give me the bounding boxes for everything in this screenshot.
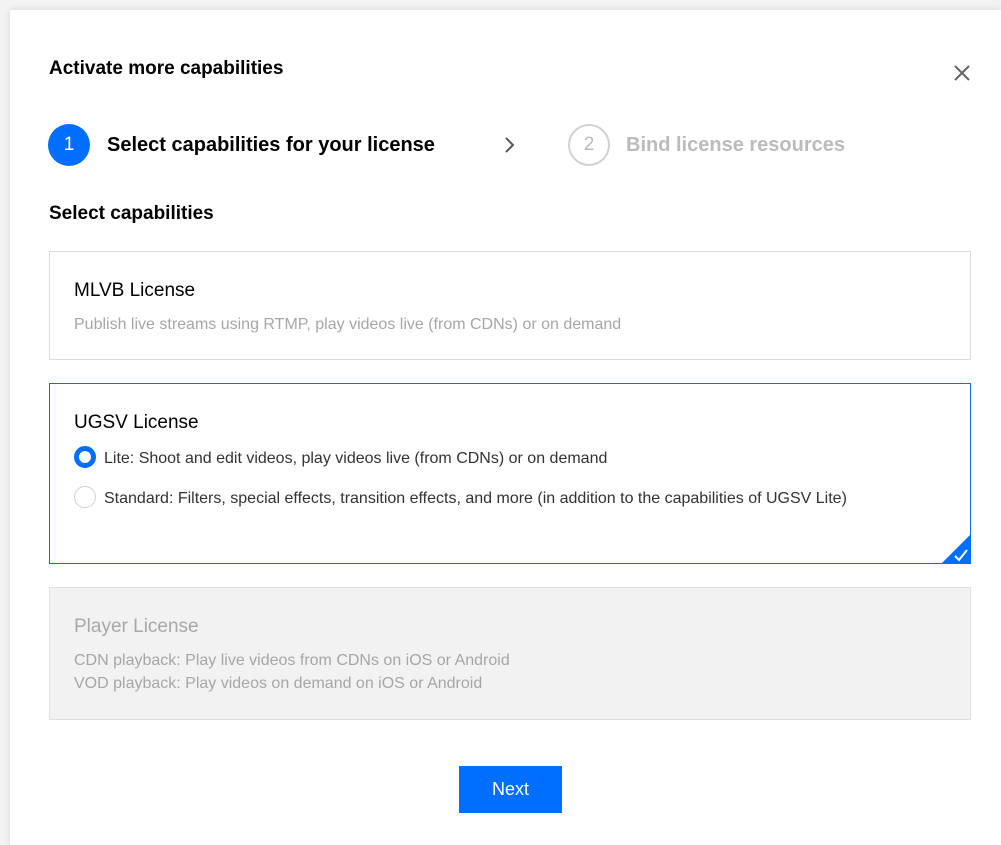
activate-capabilities-dialog: Activate more capabilities 1 Select capa… (10, 10, 1001, 845)
mlvb-license-card[interactable]: MLVB License Publish live streams using … (49, 251, 971, 360)
step-1-label: Select capabilities for your license (107, 134, 435, 156)
close-button[interactable] (950, 61, 974, 85)
section-title: Select capabilities (49, 203, 214, 224)
dialog-title: Activate more capabilities (49, 58, 284, 79)
player-license-title: Player License (74, 616, 199, 637)
mlvb-license-title: MLVB License (74, 280, 196, 301)
ugsv-license-card[interactable]: UGSV License Lite: Shoot and edit videos… (49, 383, 971, 564)
chevron-right-icon (500, 135, 520, 160)
close-icon (954, 65, 970, 81)
ugsv-standard-label: Standard: Filters, special effects, tran… (104, 490, 847, 507)
selected-check-icon (941, 534, 971, 564)
next-button[interactable]: Next (459, 766, 562, 813)
radio-checked-icon[interactable] (74, 446, 96, 468)
player-license-card: Player License CDN playback: Play live v… (49, 587, 971, 720)
player-license-description-cdn: CDN playback: Play live videos from CDNs… (74, 652, 510, 669)
player-license-description-vod: VOD playback: Play videos on demand on i… (74, 675, 483, 692)
step-2-number: 2 (568, 124, 610, 166)
mlvb-license-description: Publish live streams using RTMP, play vi… (74, 316, 622, 333)
radio-unchecked-icon[interactable] (74, 486, 96, 508)
ugsv-license-title: UGSV License (74, 412, 199, 433)
step-1-number: 1 (48, 124, 90, 166)
ugsv-lite-label: Lite: Shoot and edit videos, play videos… (104, 450, 608, 467)
step-2-label: Bind license resources (626, 134, 845, 156)
